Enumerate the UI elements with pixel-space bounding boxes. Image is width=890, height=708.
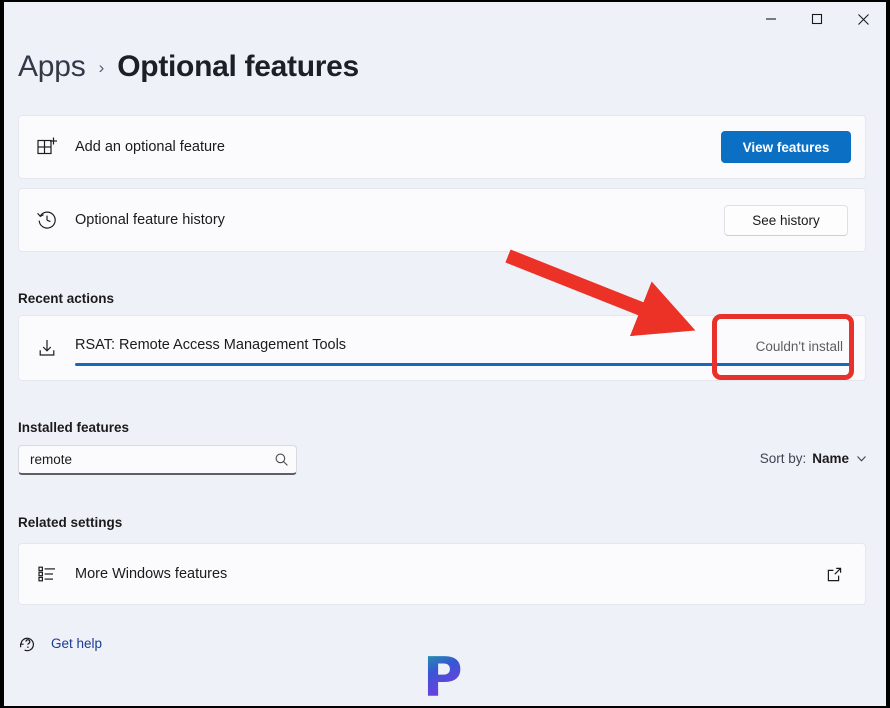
- installed-features-search[interactable]: [18, 445, 297, 475]
- maximize-icon: [811, 13, 823, 25]
- title-bar: [4, 2, 886, 36]
- install-progress-bar: [75, 363, 851, 366]
- optional-feature-history-card: Optional feature history See history: [18, 188, 866, 252]
- search-input[interactable]: [19, 452, 266, 467]
- recent-action-row: RSAT: Remote Access Management Tools Cou…: [18, 315, 866, 381]
- add-feature-icon: [19, 136, 75, 158]
- search-icon[interactable]: [266, 452, 296, 467]
- add-optional-feature-card: Add an optional feature View features: [18, 115, 866, 179]
- sort-by-label: Sort by:: [759, 451, 807, 466]
- page-title: Optional features: [117, 50, 359, 83]
- bullet-list-icon: [19, 563, 75, 585]
- more-windows-features-label: More Windows features: [75, 566, 228, 582]
- chevron-down-icon: [855, 452, 868, 465]
- see-history-button[interactable]: See history: [724, 204, 848, 236]
- get-help-link[interactable]: Get help: [18, 634, 102, 653]
- settings-window: Apps › Optional features Add an optional…: [4, 2, 886, 706]
- history-clock-icon: [19, 209, 75, 231]
- related-settings-heading: Related settings: [18, 515, 123, 530]
- installed-features-heading: Installed features: [18, 420, 130, 435]
- minimize-icon: [765, 13, 777, 25]
- external-link-icon[interactable]: [826, 566, 843, 583]
- minimize-button[interactable]: [748, 2, 794, 36]
- recent-action-status: Couldn't install: [755, 339, 843, 354]
- sort-by-dropdown[interactable]: Sort by: Name: [760, 451, 868, 466]
- recent-action-body: RSAT: Remote Access Management Tools Cou…: [75, 316, 865, 380]
- breadcrumb-separator-icon: ›: [98, 58, 105, 77]
- get-help-label: Get help: [51, 636, 103, 651]
- view-features-button[interactable]: View features: [721, 131, 851, 163]
- sort-by-value: Name: [812, 451, 849, 466]
- recent-actions-heading: Recent actions: [18, 291, 115, 306]
- close-icon: [857, 13, 870, 26]
- breadcrumb-parent-apps[interactable]: Apps: [18, 50, 86, 84]
- help-question-icon: [18, 634, 37, 653]
- install-progress-fill: [75, 363, 851, 366]
- breadcrumb: Apps › Optional features: [18, 50, 359, 84]
- maximize-button[interactable]: [794, 2, 840, 36]
- recent-action-name: RSAT: Remote Access Management Tools: [75, 337, 347, 353]
- more-windows-features-row[interactable]: More Windows features: [18, 543, 866, 605]
- watermark-logo: P: [423, 650, 479, 706]
- download-icon: [19, 337, 75, 359]
- close-button[interactable]: [840, 2, 886, 36]
